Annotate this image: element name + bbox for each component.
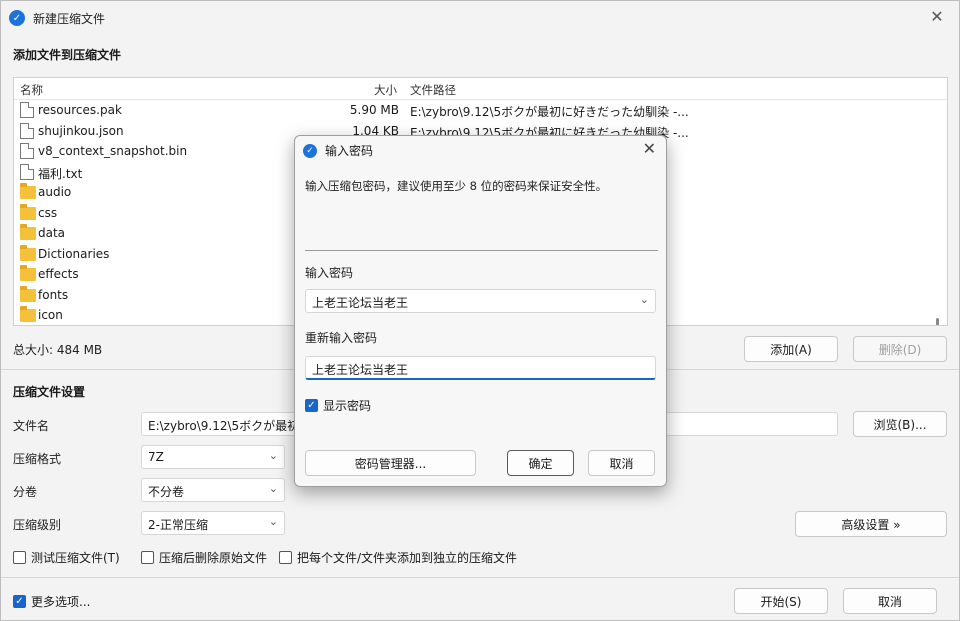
folder-icon [20, 265, 36, 281]
delete-after-checkbox[interactable]: 压缩后删除原始文件 [141, 549, 267, 566]
reenter-label: 重新输入密码 [305, 331, 378, 345]
column-name[interactable]: 名称 [20, 82, 43, 98]
reenter-password-input[interactable]: 上老王论坛当老王 [305, 356, 656, 380]
level-value: 2-正常压缩 [148, 518, 208, 532]
advanced-button[interactable]: 高级设置 » [795, 511, 947, 537]
file-name: fonts [38, 287, 69, 302]
close-icon[interactable]: ✕ [643, 139, 656, 158]
delete-button[interactable]: 删除(D) [853, 336, 947, 362]
divider [1, 577, 959, 578]
app-icon: ✓ [303, 143, 317, 158]
dialog-cancel-button[interactable]: 取消 [588, 450, 655, 476]
test-archive-label: 测试压缩文件(T) [31, 551, 120, 565]
separate-archives-label: 把每个文件/文件夹添加到独立的压缩文件 [297, 551, 518, 565]
file-name: audio [38, 185, 72, 199]
show-password-label: 显示密码 [323, 399, 372, 413]
total-size: 总大小: 484 MB [13, 343, 103, 357]
cancel-button[interactable]: 取消 [843, 588, 937, 614]
file-name: shujinkou.json [38, 123, 124, 138]
file-icon [20, 143, 34, 159]
password-label: 输入密码 [305, 266, 354, 280]
more-options-checkbox[interactable]: ✓ 更多选项... [13, 593, 90, 610]
password-dialog: ✓ 输入密码 ✕ 输入压缩包密码，建议使用至少 8 位的密码来保证安全性。 输入… [294, 135, 667, 487]
file-name: data [38, 226, 66, 240]
password-manager-button[interactable]: 密码管理器... [305, 450, 476, 476]
file-name: resources.pak [38, 103, 122, 117]
file-name: 福利.txt [38, 166, 83, 181]
check-icon: ✓ [305, 399, 318, 412]
split-label: 分卷 [13, 485, 38, 499]
column-size[interactable]: 大小 [374, 82, 397, 98]
file-size: 5.90 MB [349, 103, 399, 117]
start-button[interactable]: 开始(S) [734, 588, 828, 614]
password-input[interactable]: 上老王论坛当老王 ⌄ [305, 289, 656, 313]
filename-label: 文件名 [13, 419, 50, 433]
level-select[interactable]: 2-正常压缩 ⌄ [141, 511, 285, 535]
format-value: 7Z [148, 450, 164, 464]
browse-button[interactable]: 浏览(B)... [853, 411, 947, 437]
chevron-down-icon[interactable]: ⌄ [640, 293, 649, 306]
format-label: 压缩格式 [13, 452, 62, 466]
dialog-title-bar: ✓ 输入密码 [303, 142, 373, 159]
checkbox-box [13, 551, 26, 564]
level-label: 压缩级别 [13, 518, 62, 532]
format-select[interactable]: 7Z ⌄ [141, 445, 285, 469]
folder-icon [20, 285, 36, 302]
file-icon [20, 102, 34, 118]
title-bar: ✓ 新建压缩文件 ✕ [1, 1, 959, 35]
column-path[interactable]: 文件路径 [410, 82, 456, 98]
dialog-title: 输入密码 [325, 144, 374, 158]
folder-icon [20, 183, 36, 199]
chevron-down-icon: ⌄ [268, 482, 278, 495]
file-name: icon [38, 308, 63, 322]
split-select[interactable]: 不分卷 ⌄ [141, 478, 285, 502]
file-name: Dictionaries [38, 246, 110, 261]
file-name: css [38, 205, 58, 220]
folder-icon [20, 224, 36, 240]
checkbox-box [141, 551, 154, 564]
folder-icon [20, 203, 36, 220]
dialog-description: 输入压缩包密码，建议使用至少 8 位的密码来保证安全性。 [305, 179, 608, 193]
close-icon[interactable]: ✕ [925, 7, 949, 27]
file-row[interactable]: resources.pak 5.90 MB E:\zybro\9.12\5ボクが最初… [14, 100, 947, 120]
add-files-heading: 添加文件到压缩文件 [13, 48, 122, 62]
chevron-down-icon: ⌄ [268, 515, 278, 528]
add-button[interactable]: 添加(A) [744, 336, 838, 362]
folder-icon [20, 244, 36, 261]
test-archive-checkbox[interactable]: 测试压缩文件(T) [13, 549, 120, 566]
split-value: 不分卷 [148, 485, 185, 499]
file-name: v8_context_snapshot.bin [38, 144, 188, 158]
file-list-header: 名称 大小 文件路径 [14, 78, 947, 100]
ok-button[interactable]: 确定 [507, 450, 574, 476]
window-title: 新建压缩文件 [33, 11, 106, 26]
separate-archives-checkbox[interactable]: 把每个文件/文件夹添加到独立的压缩文件 [279, 549, 517, 566]
settings-heading: 压缩文件设置 [13, 385, 86, 399]
file-path: E:\zybro\9.12\5ボクが最初に好きだった幼馴染 -... [410, 105, 689, 119]
scrollbar[interactable] [936, 318, 939, 325]
file-icon [20, 122, 34, 139]
more-options-label: 更多选项... [31, 595, 91, 609]
show-password-checkbox[interactable]: ✓ 显示密码 [305, 397, 371, 414]
chevron-down-icon: ⌄ [268, 449, 278, 462]
file-name: effects [38, 267, 79, 281]
file-icon [20, 163, 34, 180]
folder-icon [20, 306, 36, 322]
password-value: 上老王论坛当老王 [312, 296, 409, 310]
app-icon: ✓ [9, 10, 25, 26]
checkbox-box [279, 551, 292, 564]
dialog-divider [305, 250, 658, 251]
check-icon: ✓ [13, 595, 26, 608]
delete-after-label: 压缩后删除原始文件 [159, 551, 268, 565]
